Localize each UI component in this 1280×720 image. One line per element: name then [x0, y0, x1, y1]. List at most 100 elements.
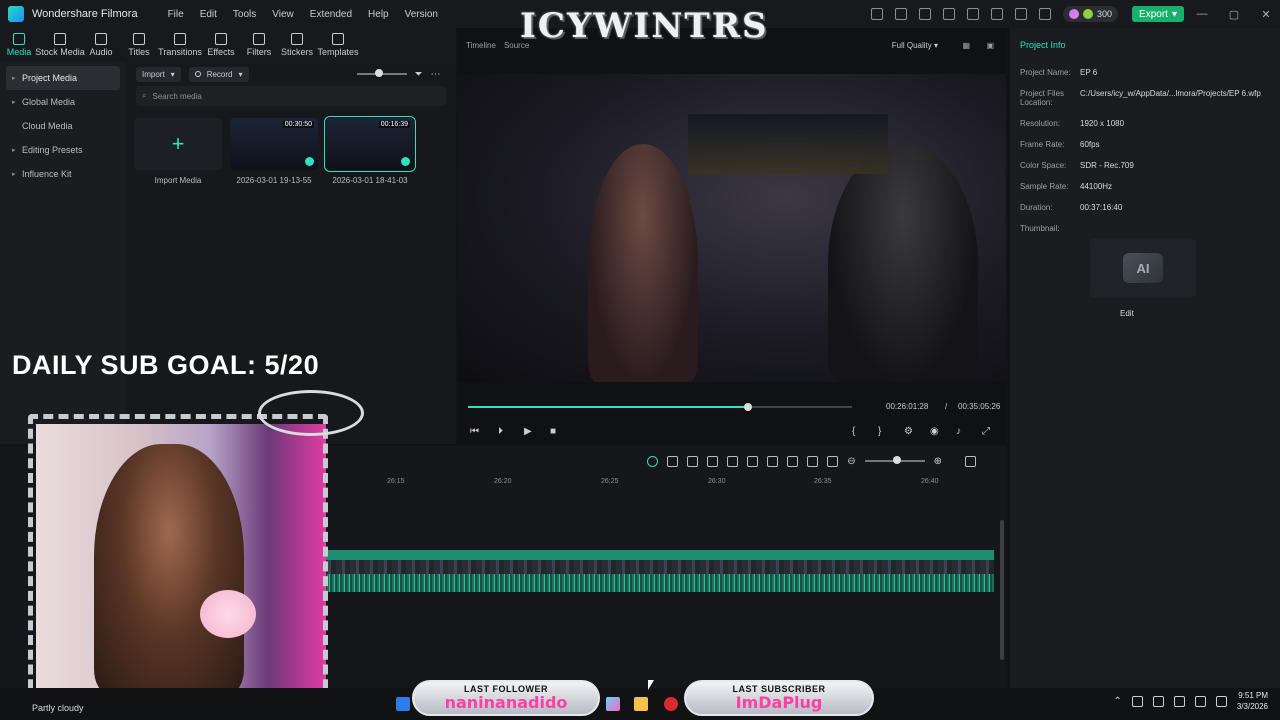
caret-icon: ▸ [12, 147, 16, 154]
media-card[interactable]: 00:16:39 2026-03-01 18-41-03 [324, 116, 416, 185]
current-time: 00:26:01:28 [886, 402, 929, 411]
filter-icon[interactable]: ⏷ [415, 69, 423, 80]
layout-icon[interactable]: ▦ [962, 41, 970, 50]
mic-icon[interactable] [767, 455, 779, 467]
thumbnail-preview[interactable]: AI [1090, 239, 1196, 297]
timeline-scrollbar[interactable] [1000, 520, 1004, 660]
clock[interactable]: 9:51 PM 3/3/2026 [1237, 690, 1268, 712]
search-media-input[interactable]: ⌕ Search media [136, 86, 446, 106]
mic-icon[interactable] [1152, 695, 1164, 707]
zoom-out-icon[interactable]: ⊖ [847, 456, 855, 467]
record-dropdown[interactable]: Record ▾ [188, 66, 249, 82]
fullscreen-icon[interactable]: ⤢ [982, 426, 990, 437]
video-preview[interactable] [458, 74, 1006, 382]
start-icon[interactable] [396, 697, 410, 711]
gift-icon[interactable] [870, 8, 883, 20]
tool-titles[interactable]: Titles [120, 28, 158, 62]
maximize-button[interactable]: ▢ [1220, 8, 1248, 21]
nav-cloud-media[interactable]: Cloud Media [0, 114, 126, 138]
menu-view[interactable]: View [264, 9, 302, 20]
video-track-clip[interactable] [322, 550, 994, 596]
copilot-icon[interactable] [606, 697, 620, 711]
scrubber-handle[interactable] [744, 403, 753, 411]
close-button[interactable]: ✕ [1252, 8, 1280, 21]
info-key: Project Name: [1020, 68, 1071, 77]
info-key: Color Space: [1020, 161, 1067, 170]
tool-filters[interactable]: Filters [240, 28, 278, 62]
support-icon[interactable] [1014, 8, 1027, 20]
camera-icon[interactable]: ◉ [930, 426, 939, 437]
mark-in-icon[interactable]: { [852, 426, 855, 437]
display-icon[interactable] [1173, 695, 1185, 707]
network-icon[interactable] [1131, 695, 1143, 707]
menu-edit[interactable]: Edit [192, 9, 225, 20]
tool-stickers[interactable]: Stickers [278, 28, 316, 62]
send-icon[interactable] [894, 8, 907, 20]
project-info-panel: Project Info Project Name: EP 6 Project F… [1010, 28, 1280, 688]
credits-badge[interactable]: 300 [1062, 6, 1118, 22]
grid-icon[interactable] [1038, 8, 1051, 20]
tool-label: Audio [89, 47, 113, 57]
cloud-icon[interactable] [990, 8, 1003, 20]
battery-icon[interactable] [1215, 695, 1227, 707]
tool-templates[interactable]: Templates [316, 28, 360, 62]
nav-global-media[interactable]: ▸ Global Media [0, 90, 126, 114]
filmora-logo-icon [8, 6, 24, 22]
prev-frame-icon[interactable]: ⏮ [470, 426, 479, 437]
tool-media[interactable]: Media [0, 28, 38, 62]
menu-version[interactable]: Version [397, 9, 446, 20]
marker-icon[interactable] [747, 455, 759, 467]
import-dropdown[interactable]: Import ▾ [136, 66, 181, 82]
edit-thumbnail-button[interactable]: Edit [1120, 309, 1270, 318]
media-card[interactable]: 00:30:50 2026-03-01 19-13-55 [230, 118, 318, 185]
chevron-up-icon[interactable]: ⌃ [1113, 696, 1121, 707]
render-icon[interactable]: ⚙ [904, 426, 913, 437]
snapshot-icon[interactable]: ▣ [986, 41, 994, 50]
opera-icon[interactable] [664, 697, 678, 711]
thumbnail-size-slider[interactable] [356, 69, 407, 77]
document-icon[interactable] [966, 8, 979, 20]
tab-timeline[interactable]: Timeline [466, 41, 496, 50]
minimize-button[interactable]: — [1188, 8, 1216, 20]
play-icon[interactable]: ▶ [524, 426, 532, 437]
stop-icon[interactable]: ■ [550, 426, 556, 437]
tool-audio[interactable]: Audio [82, 28, 120, 62]
menu-file[interactable]: File [160, 9, 192, 20]
effects-icon[interactable] [807, 455, 819, 467]
zoom-in-icon[interactable]: ⊕ [934, 456, 942, 467]
nav-editing-presets[interactable]: ▸ Editing Presets [0, 138, 126, 162]
zoom-slider[interactable] [864, 456, 925, 464]
menu-extended[interactable]: Extended [302, 9, 360, 20]
crop-icon[interactable] [687, 455, 699, 467]
tool-label: Transitions [158, 47, 202, 57]
tool-stock-media[interactable]: Stock Media [35, 28, 85, 62]
menu-tools[interactable]: Tools [225, 9, 264, 20]
credits-count: 300 [1096, 9, 1112, 19]
layout-icon[interactable] [918, 8, 931, 20]
ai-icon[interactable] [647, 455, 659, 467]
volume-icon[interactable]: ♪ [956, 426, 961, 437]
speed-icon[interactable] [727, 455, 739, 467]
folder-icon[interactable] [634, 697, 648, 711]
mixer-icon[interactable] [787, 455, 799, 467]
play-frame-icon[interactable]: ⏵ [498, 426, 503, 437]
tool-transitions[interactable]: Transitions [158, 28, 202, 62]
search-icon: ⌕ [142, 91, 147, 100]
more-icon[interactable]: ⋯ [431, 69, 441, 80]
tool-effects[interactable]: Effects [202, 28, 240, 62]
edit-icon[interactable] [707, 455, 719, 467]
speaker-icon[interactable] [1194, 695, 1206, 707]
media-card-import[interactable]: + Import Media [134, 118, 222, 185]
layout-icon[interactable] [965, 455, 976, 467]
nav-influence-kit[interactable]: ▸ Influence Kit [0, 162, 126, 186]
nav-project-media[interactable]: ▸ Project Media [6, 66, 120, 90]
playback-scrubber[interactable] [468, 403, 852, 411]
menu-help[interactable]: Help [360, 9, 397, 20]
export-button[interactable]: Export ▾ [1132, 6, 1184, 22]
check-icon [401, 157, 410, 166]
snap-icon[interactable] [667, 455, 679, 467]
caption-icon[interactable] [827, 455, 839, 467]
quality-dropdown[interactable]: Full Quality ▾ [892, 41, 938, 50]
mark-out-icon[interactable]: } [878, 426, 881, 437]
image-icon[interactable] [942, 8, 955, 20]
